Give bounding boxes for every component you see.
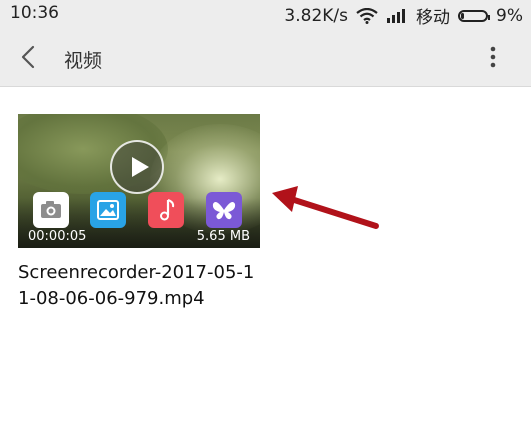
status-indicators: 3.82K/s 移动 9% <box>284 3 523 29</box>
signal-icon <box>387 9 406 23</box>
music-icon <box>148 192 184 228</box>
theme-icon <box>206 192 242 228</box>
status-bar: 10:36 3.82K/s 移动 9% <box>0 0 531 28</box>
chevron-left-icon <box>21 45 35 69</box>
arrow-annotation-icon <box>272 186 379 229</box>
wifi-icon <box>356 7 378 24</box>
page-title: 视频 <box>64 50 103 72</box>
battery-icon <box>458 9 491 22</box>
play-button[interactable] <box>110 140 164 194</box>
battery-percent: 9% <box>496 5 523 26</box>
video-thumbnail[interactable]: 00:00:05 5.65 MB <box>18 114 260 248</box>
more-button[interactable] <box>485 42 501 72</box>
play-icon <box>132 157 149 177</box>
network-speed: 3.82K/s <box>284 5 349 26</box>
video-file-name[interactable]: Screenrecorder-2017-05-11-08-06-06-979.m… <box>18 260 260 312</box>
back-button[interactable] <box>14 42 44 72</box>
video-duration: 00:00:05 <box>28 229 87 244</box>
status-time: 10:36 <box>10 3 59 23</box>
video-file-size: 5.65 MB <box>196 229 250 244</box>
gallery-icon <box>90 192 126 228</box>
title-bar: 视频 <box>0 28 531 87</box>
camera-icon <box>33 192 69 228</box>
more-vertical-icon <box>490 46 496 68</box>
carrier-label: 移动 <box>416 8 451 28</box>
video-item[interactable]: 00:00:05 5.65 MB Screenrecorder-2017-05-… <box>18 114 260 312</box>
